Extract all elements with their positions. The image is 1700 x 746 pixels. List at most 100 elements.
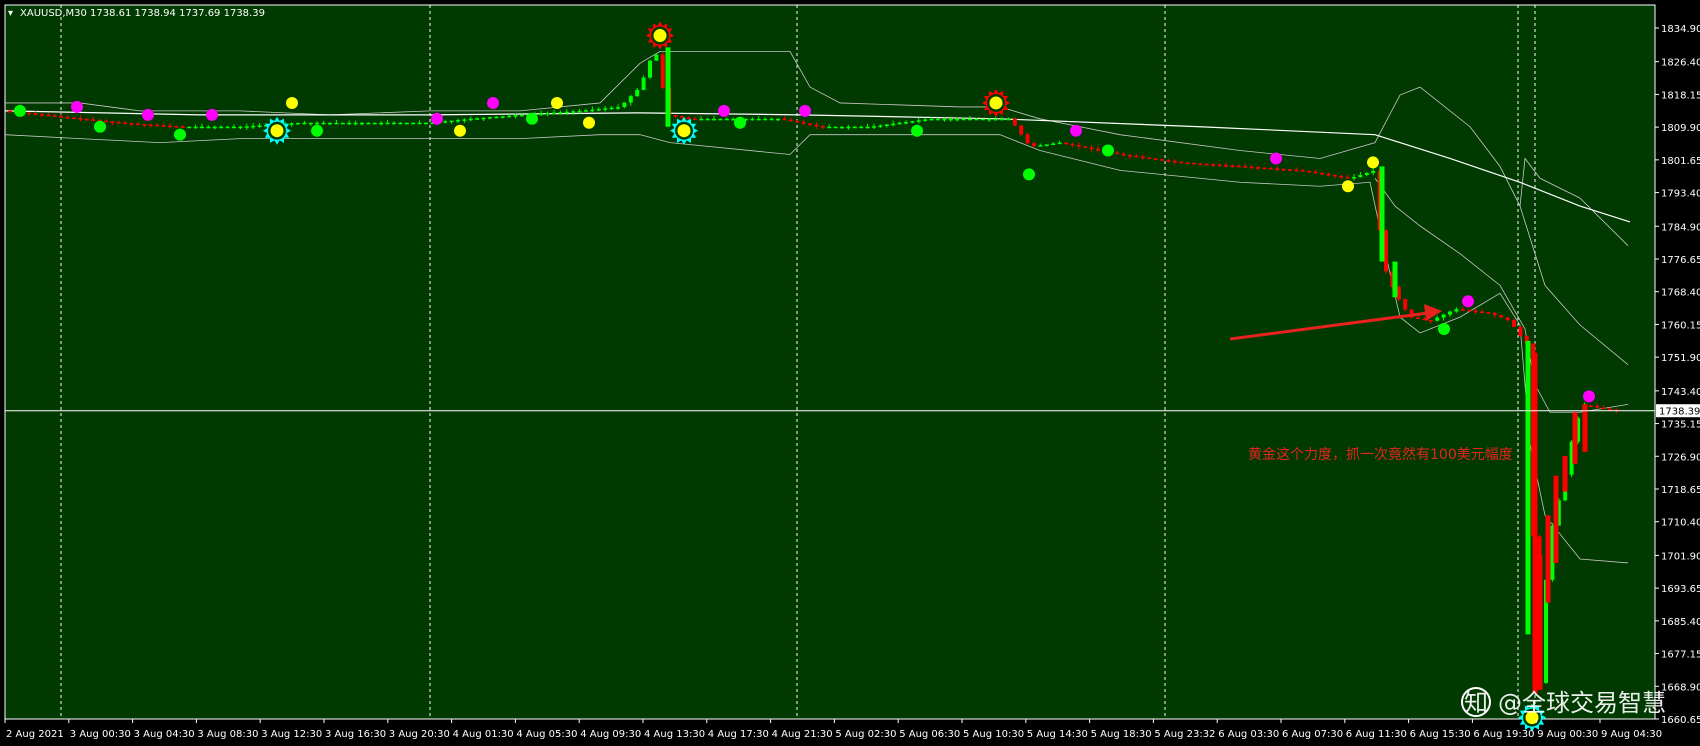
signal-dot: [142, 108, 154, 121]
x-tick-label: 6 Aug 19:30: [1473, 729, 1534, 740]
candle-body: [84, 118, 89, 121]
price-chart[interactable]: 1834.90 1826.40 1818.15 1809.90 1801.65 1793.…: [0, 0, 1700, 746]
candle-body: [1032, 143, 1036, 147]
candle-body: [456, 120, 460, 122]
x-tick-label: 4 Aug 05:30: [516, 729, 577, 740]
candle-body: [1518, 327, 1523, 336]
candle-body: [699, 118, 704, 121]
candle-body: [1371, 170, 1376, 173]
candle-body: [616, 107, 620, 109]
candle-body: [590, 109, 595, 112]
candle-body: [507, 115, 512, 118]
candle-body: [1294, 169, 1299, 172]
candle-body: [1166, 160, 1171, 162]
candle-body: [1601, 407, 1606, 410]
x-tick-label: 6 Aug 11:30: [1346, 729, 1407, 740]
x-tick-label: 4 Aug 17:30: [708, 729, 769, 740]
y-tick-label: 1834.90: [1661, 24, 1700, 35]
candle-body: [1562, 455, 1568, 492]
y-tick-label: 1693.65: [1661, 584, 1700, 595]
candle-body: [564, 111, 569, 114]
y-tick-label: 1677.15: [1661, 650, 1700, 661]
candle-body: [1076, 145, 1081, 147]
x-tick-label: 5 Aug 23:32: [1154, 729, 1215, 740]
candle-body: [1019, 125, 1024, 135]
candle-body: [1275, 168, 1280, 170]
candle-body: [1326, 173, 1331, 176]
candle-body: [424, 122, 428, 125]
x-tick-label: 3 Aug 04:30: [134, 729, 195, 740]
candle-body: [820, 126, 825, 128]
candle-body: [1486, 312, 1491, 314]
candle-body: [232, 126, 236, 129]
candle-body: [8, 110, 12, 113]
signal-star-dot: [989, 96, 1003, 110]
candle-body: [360, 122, 364, 125]
candle-body: [1038, 145, 1043, 147]
candle-body: [161, 125, 166, 127]
candle-body: [142, 123, 147, 126]
x-tick-label: 9 Aug 00:30: [1537, 729, 1598, 740]
y-tick-label: 1660.65: [1661, 715, 1700, 726]
candle-body: [571, 111, 576, 113]
candle-body: [641, 77, 646, 90]
candle-body: [1051, 143, 1056, 146]
candle-body: [955, 118, 960, 121]
x-tick-label: 5 Aug 02:30: [835, 729, 896, 740]
candle-body: [923, 119, 928, 121]
signal-dot: [799, 104, 811, 117]
candle-body: [1224, 165, 1228, 167]
signal-dot: [1023, 168, 1035, 181]
y-tick-label: 1809.90: [1661, 123, 1700, 134]
candle-body: [1249, 166, 1254, 169]
candle-body: [929, 118, 934, 121]
candle-body: [308, 122, 313, 125]
candle-body: [513, 115, 518, 117]
candle-body: [366, 122, 371, 125]
candle-body: [225, 126, 230, 129]
candle-body: [1608, 408, 1612, 411]
candle-body: [40, 114, 44, 116]
candle-body: [776, 118, 780, 121]
x-tick-label: 3 Aug 20:30: [389, 729, 450, 740]
candle-body: [251, 125, 256, 128]
x-tick-label: 6 Aug 03:30: [1218, 729, 1279, 740]
candle-body: [520, 114, 524, 117]
candle-body: [1211, 164, 1216, 166]
candle-body: [628, 96, 633, 103]
signal-dot: [174, 128, 186, 141]
candle-body: [814, 124, 819, 127]
candle-body: [1044, 144, 1049, 146]
candle-body: [180, 126, 185, 129]
candle-body: [1281, 168, 1286, 171]
signal-dot: [14, 104, 26, 117]
candle-body: [1070, 143, 1075, 146]
current-price-label: 1738.39: [1659, 407, 1700, 418]
candle-body: [475, 118, 480, 120]
candle-body: [1582, 404, 1588, 452]
signal-dot: [1070, 124, 1082, 137]
y-tick-label: 1718.65: [1661, 485, 1700, 496]
candle-body: [353, 122, 358, 125]
candle-body: [665, 47, 671, 127]
candle-body: [648, 60, 652, 78]
candle-body: [891, 123, 896, 126]
candle-body: [116, 122, 121, 124]
x-tick-label: 3 Aug 12:30: [261, 729, 322, 740]
candle-body: [494, 116, 499, 119]
candle-body: [372, 122, 377, 125]
candle-body: [411, 122, 416, 125]
candle-body: [718, 118, 723, 121]
candle-body: [712, 118, 716, 121]
y-tick-label: 1784.90: [1661, 222, 1700, 233]
candle-body: [1121, 153, 1126, 156]
candle-body: [635, 89, 640, 97]
candle-body: [1403, 299, 1408, 310]
y-tick-label: 1751.90: [1661, 353, 1700, 364]
candle-body: [731, 118, 736, 121]
y-tick-label: 1768.40: [1661, 288, 1700, 299]
candle-body: [1448, 311, 1452, 315]
x-tick-label: 5 Aug 14:30: [1027, 729, 1088, 740]
candle-body: [1392, 261, 1398, 298]
candle-body: [1435, 317, 1440, 321]
